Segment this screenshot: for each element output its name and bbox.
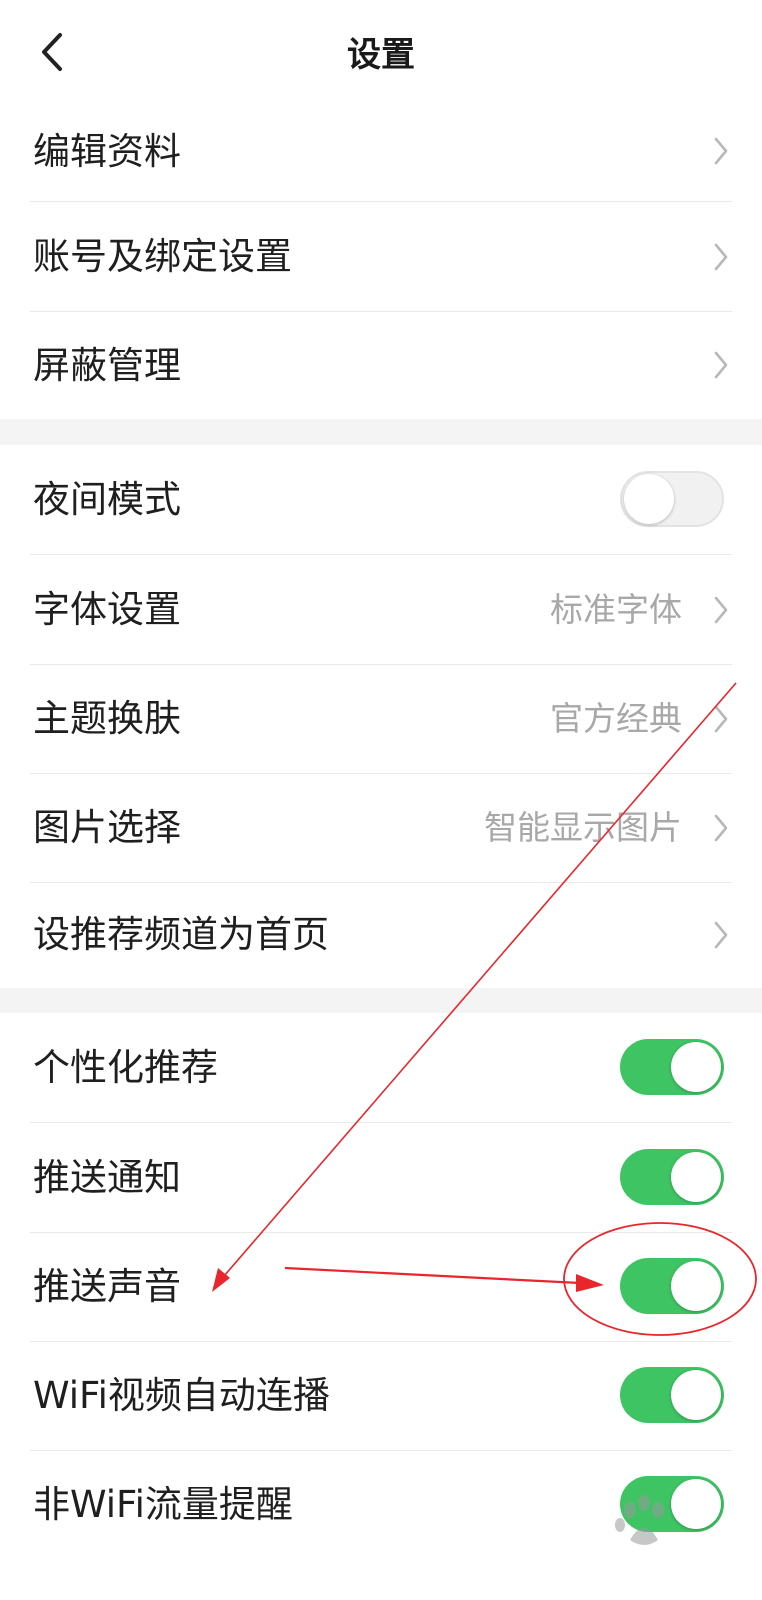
chevron-right-icon (714, 814, 728, 842)
block-management-row[interactable]: 屏蔽管理 (0, 312, 762, 419)
row-value: 标准字体 (550, 590, 682, 629)
account-settings-group: 编辑资料 账号及绑定设置 屏蔽管理 (0, 101, 762, 419)
chevron-right-icon (714, 243, 728, 271)
push-sound-toggle[interactable] (620, 1258, 724, 1314)
row-label: WiFi视频自动连播 (33, 1374, 330, 1417)
row-label: 主题换肤 (33, 697, 181, 740)
row-label: 个性化推荐 (33, 1046, 218, 1089)
row-label: 设推荐频道为首页 (33, 913, 329, 956)
toggle-knob (671, 1042, 721, 1092)
home-channel-row[interactable]: 设推荐频道为首页 (0, 882, 762, 988)
row-label: 屏蔽管理 (33, 344, 181, 387)
theme-row[interactable]: 主题换肤 官方经典 (0, 664, 762, 774)
night-mode-row: 夜间模式 (0, 445, 762, 555)
page-title: 设置 (347, 35, 415, 75)
edit-profile-row[interactable]: 编辑资料 (0, 101, 762, 202)
toggle-knob (671, 1261, 721, 1311)
toggle-knob (671, 1152, 721, 1202)
row-value: 官方经典 (550, 699, 682, 738)
baidu-jingyan-watermark (572, 1470, 752, 1560)
personalized-recommend-row: 个性化推荐 (0, 1013, 762, 1123)
personalized-recommend-toggle[interactable] (620, 1039, 724, 1095)
toggle-knob (671, 1370, 721, 1420)
section-gap (0, 419, 762, 445)
wifi-video-autoplay-row: WiFi视频自动连播 (0, 1341, 762, 1451)
chevron-right-icon (714, 596, 728, 624)
wifi-video-autoplay-toggle[interactable] (620, 1367, 724, 1423)
image-choice-row[interactable]: 图片选择 智能显示图片 (0, 773, 762, 883)
row-label: 账号及绑定设置 (33, 235, 292, 278)
chevron-right-icon (714, 921, 728, 949)
push-notification-toggle[interactable] (620, 1149, 724, 1205)
row-label: 图片选择 (33, 806, 181, 849)
night-mode-toggle[interactable] (620, 471, 724, 527)
section-gap (0, 988, 762, 1013)
account-binding-row[interactable]: 账号及绑定设置 (0, 202, 762, 312)
push-sound-row: 推送声音 (0, 1232, 762, 1342)
top-bar: 设置 (0, 0, 762, 102)
chevron-right-icon (714, 137, 728, 165)
row-label: 非WiFi流量提醒 (33, 1483, 293, 1526)
toggle-knob (624, 474, 674, 524)
paw-logo-icon (615, 1495, 664, 1545)
row-label: 夜间模式 (33, 478, 181, 521)
row-label: 编辑资料 (33, 130, 181, 173)
row-value: 智能显示图片 (484, 808, 682, 847)
chevron-right-icon (714, 705, 728, 733)
display-settings-group: 夜间模式 字体设置 标准字体 主题换肤 官方经典 图片选择 智能显示图片 设推荐… (0, 445, 762, 988)
row-label: 字体设置 (33, 588, 181, 631)
chevron-right-icon (714, 351, 728, 379)
row-label: 推送声音 (33, 1265, 181, 1308)
font-setting-row[interactable]: 字体设置 标准字体 (0, 555, 762, 665)
row-label: 推送通知 (33, 1156, 181, 1199)
push-notification-row: 推送通知 (0, 1123, 762, 1233)
